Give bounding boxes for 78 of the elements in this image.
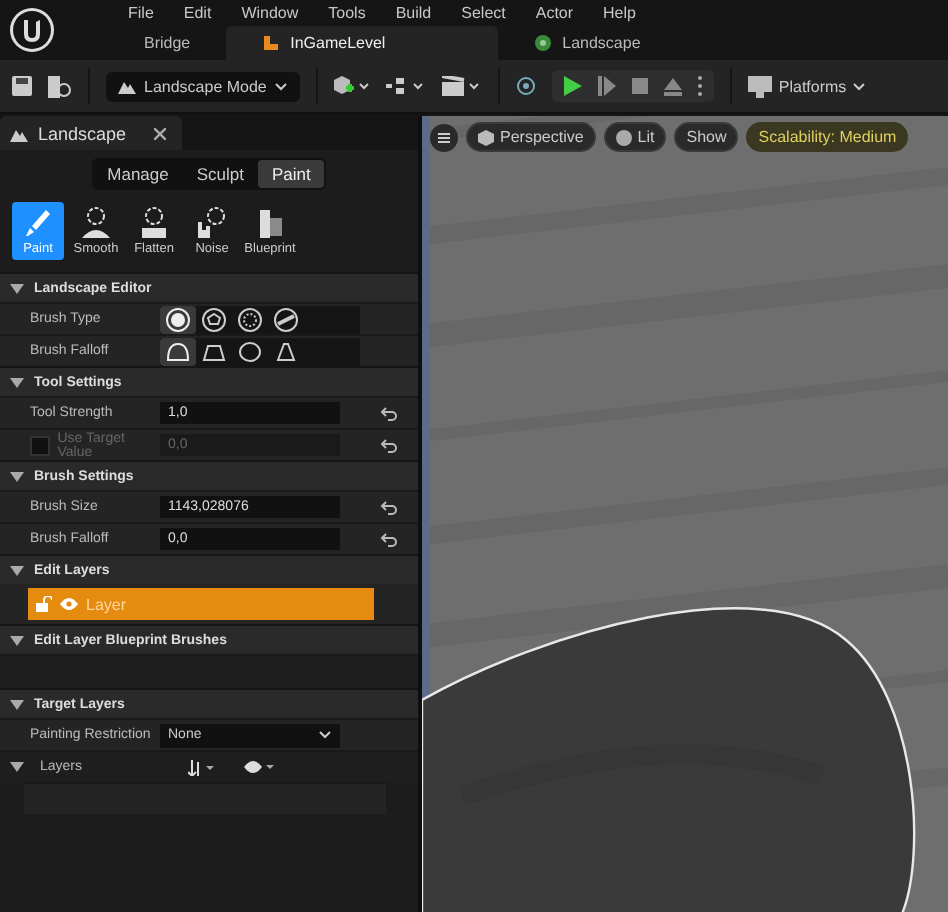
visibility-icon[interactable] xyxy=(244,760,276,774)
eye-icon[interactable] xyxy=(60,598,78,610)
menu-item[interactable]: Build xyxy=(395,4,432,27)
option-button[interactable] xyxy=(268,305,304,333)
step-icon[interactable] xyxy=(598,76,617,96)
menu-item[interactable]: Actor xyxy=(535,4,574,27)
document-tab[interactable]: Landscape xyxy=(498,26,677,60)
collapse-icon[interactable] xyxy=(10,762,24,772)
blueprint-tool-icon xyxy=(260,210,282,238)
collapse-icon[interactable] xyxy=(10,699,24,709)
option-button[interactable] xyxy=(196,305,232,333)
option-button[interactable] xyxy=(160,337,196,365)
document-tab[interactable]: Bridge xyxy=(108,26,227,60)
stop-icon[interactable] xyxy=(632,78,649,94)
more-icon[interactable] xyxy=(698,76,703,96)
tip-falloff-icon xyxy=(276,342,296,360)
spherical-falloff-icon xyxy=(239,341,261,361)
blueprint-icon[interactable] xyxy=(386,76,427,96)
layer-name: Layer xyxy=(86,595,127,613)
smooth-tool-icon xyxy=(82,207,110,238)
flatten-tool-icon xyxy=(142,207,166,238)
mode-dropdown[interactable]: Landscape Mode xyxy=(106,71,301,101)
option-button[interactable] xyxy=(232,305,268,333)
collapse-icon[interactable] xyxy=(10,635,24,645)
logo-icon[interactable] xyxy=(8,6,56,54)
cube-icon xyxy=(478,129,494,145)
add-actor-icon[interactable] xyxy=(334,76,371,96)
monitor-icon xyxy=(748,75,773,97)
caret-icon xyxy=(274,81,289,91)
pattern-brush-icon xyxy=(238,307,262,331)
smooth-falloff-icon xyxy=(167,342,189,360)
option-button[interactable] xyxy=(160,305,196,333)
clapperboard-icon[interactable] xyxy=(442,76,483,96)
noise-tool-icon xyxy=(198,207,225,238)
landscape-icon xyxy=(534,34,553,53)
content-browser-icon[interactable] xyxy=(48,75,72,97)
reset-icon[interactable] xyxy=(380,499,398,515)
menu-item[interactable]: Help xyxy=(603,4,636,27)
caret-icon xyxy=(852,81,867,91)
mountain-icon xyxy=(118,78,136,94)
menu-icon[interactable] xyxy=(430,123,458,151)
viewport-button[interactable]: Show xyxy=(674,122,739,152)
brush-icon xyxy=(26,210,50,236)
reset-icon[interactable] xyxy=(380,437,398,453)
caret-icon xyxy=(318,730,332,740)
collapse-icon[interactable] xyxy=(10,283,24,293)
mode-tab[interactable]: Paint xyxy=(257,160,325,188)
alpha-brush-icon xyxy=(202,307,226,331)
mode-tab[interactable]: Manage xyxy=(93,160,183,188)
mode-tab[interactable]: Sculpt xyxy=(182,160,258,188)
reset-icon[interactable] xyxy=(380,405,398,421)
panel-tab[interactable]: Landscape xyxy=(0,116,182,150)
collapse-icon[interactable] xyxy=(10,471,24,481)
sort-icon[interactable] xyxy=(188,759,216,775)
level-icon xyxy=(262,34,281,53)
component-brush-icon xyxy=(274,307,298,331)
mountain-icon xyxy=(10,125,28,141)
unlock-icon[interactable] xyxy=(36,596,52,612)
linear-falloff-icon xyxy=(202,344,226,360)
save-icon[interactable] xyxy=(12,76,32,96)
menu-item[interactable]: Window xyxy=(241,4,299,27)
menu-item[interactable]: Tools xyxy=(328,4,366,27)
platforms-button[interactable]: Platforms xyxy=(748,75,867,97)
play-icon[interactable] xyxy=(564,76,583,96)
collapse-icon[interactable] xyxy=(10,377,24,387)
viewport-button[interactable]: Scalability: Medium xyxy=(746,122,909,152)
menu-item[interactable]: Edit xyxy=(183,4,212,27)
circle-brush-icon xyxy=(166,307,190,331)
menu-item[interactable]: File xyxy=(128,4,154,27)
sphere-icon xyxy=(615,129,632,145)
viewport-button[interactable]: Perspective xyxy=(466,122,596,152)
close-icon[interactable] xyxy=(154,127,166,139)
collapse-icon[interactable] xyxy=(10,565,24,575)
reset-icon[interactable] xyxy=(380,531,398,547)
document-tab[interactable]: InGameLevel xyxy=(226,26,499,60)
menu-item[interactable]: Select xyxy=(461,4,506,27)
eject-icon[interactable] xyxy=(664,77,683,95)
atom-icon[interactable] xyxy=(516,76,537,96)
